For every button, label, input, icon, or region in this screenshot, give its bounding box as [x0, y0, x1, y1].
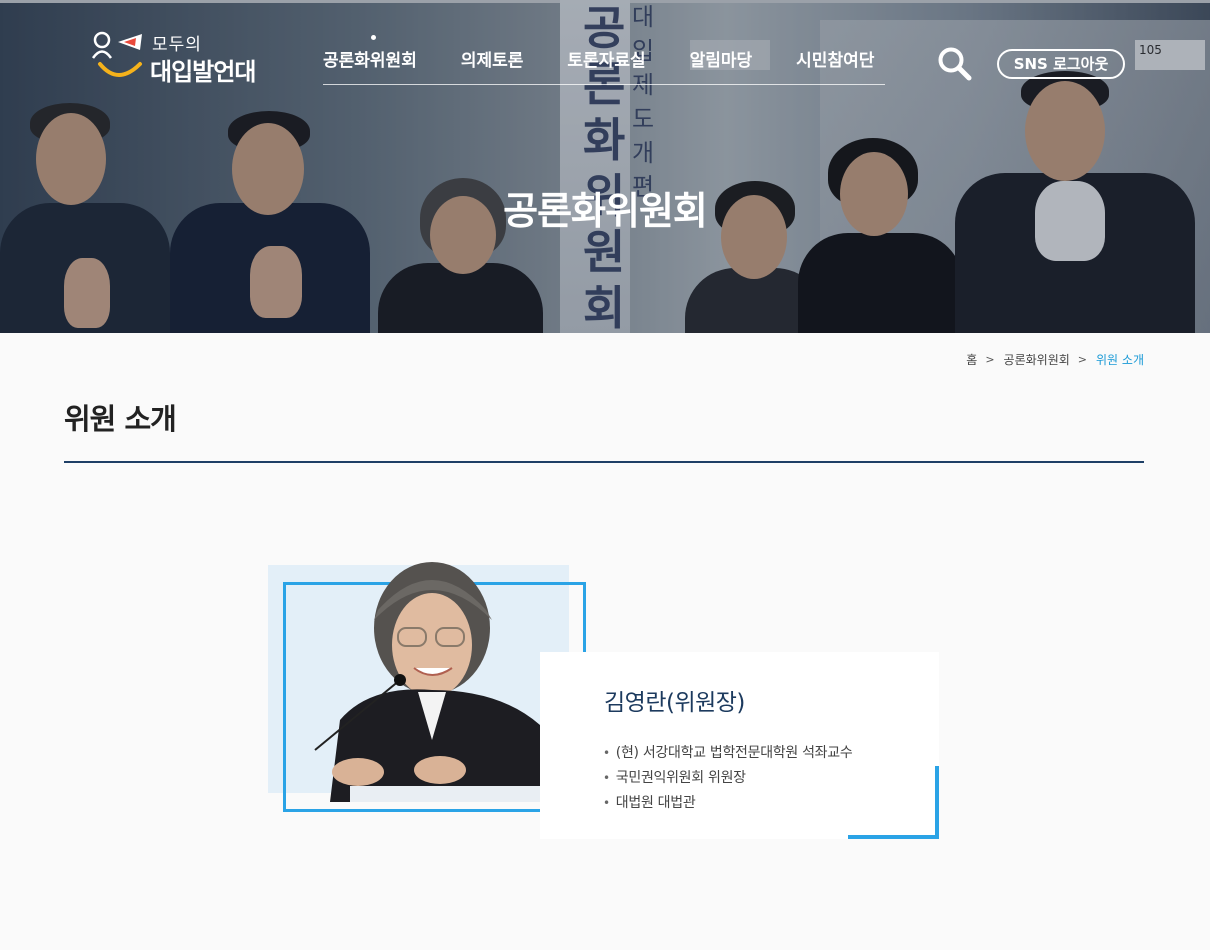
breadcrumb-current: 위원 소개	[1096, 353, 1144, 367]
logo-icon	[91, 31, 142, 77]
member-photo	[310, 550, 550, 802]
card-accent-right	[935, 766, 939, 838]
member-roles: (현) 서강대학교 법학전문대학원 석좌교수 국민권익위원회 위원장 대법원 대…	[603, 741, 853, 816]
nav-item-notices[interactable]: 알림마당	[690, 48, 797, 78]
nav-label: 토론자료실	[567, 51, 646, 71]
logo-main-text: 대입발언대	[150, 58, 256, 86]
search-icon[interactable]	[937, 46, 973, 82]
member-name: 김영란(위원장)	[604, 690, 745, 716]
active-indicator	[371, 35, 376, 40]
main-nav: 공론화위원회 의제토론 토론자료실 알림마당 시민참여단	[323, 35, 885, 85]
sns-logout-button[interactable]: SNS 로그아웃	[997, 49, 1125, 79]
nav-label: 공론화위원회	[323, 51, 417, 71]
breadcrumb-home[interactable]: 홈	[966, 351, 977, 368]
nav-label: 의제토론	[460, 51, 524, 71]
breadcrumb: 홈 > 공론화위원회 > 위원 소개	[966, 351, 1144, 368]
member-portrait	[314, 562, 550, 802]
chevron-right-icon: >	[1077, 353, 1088, 366]
chevron-right-icon: >	[985, 353, 995, 366]
site-logo[interactable]: 모두의 대입발언대	[90, 30, 270, 86]
nav-item-resources[interactable]: 토론자료실	[567, 48, 689, 78]
title-divider	[64, 461, 1144, 463]
card-accent-bottom	[848, 835, 939, 839]
nav-item-agenda[interactable]: 의제토론	[461, 48, 568, 78]
breadcrumb-committee[interactable]: 공론화위원회	[1004, 351, 1070, 368]
member-role-item: (현) 서강대학교 법학전문대학원 석좌교수	[603, 741, 853, 766]
nav-label: 알림마당	[689, 51, 753, 71]
member-role-item: 대법원 대법관	[603, 791, 852, 816]
nav-item-committee[interactable]: 공론화위원회	[323, 35, 461, 78]
nav-label: 시민참여단	[796, 51, 875, 71]
hero-banner: 105 공론화위원회 대입제도개편 모두의 대입발언대 공론화위원회 의제토론 …	[0, 0, 1210, 333]
page-title: 위원 소개	[64, 402, 177, 436]
member-role-item: 국민권익위원회 위원장	[603, 766, 852, 791]
nav-item-citizens[interactable]: 시민참여단	[796, 48, 874, 78]
hero-title: 공론화위원회	[503, 189, 708, 233]
